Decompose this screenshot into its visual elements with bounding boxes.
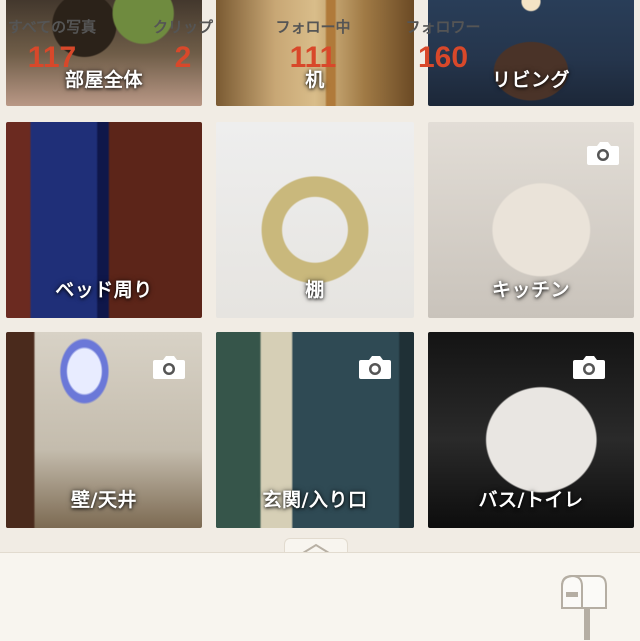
stat-value: 111 (289, 41, 337, 74)
stat-followers[interactable]: フォロワー 160 (388, 16, 498, 75)
camera-icon[interactable] (358, 354, 392, 380)
room-label: 玄関/入り口 (262, 489, 368, 511)
mailbox-icon[interactable] (558, 572, 610, 640)
room-tile-tana[interactable]: 棚 (216, 122, 414, 318)
stat-label: フォロー中 (275, 18, 351, 36)
stat-value: 117 (27, 41, 77, 74)
stat-clips[interactable]: クリップ 2 (128, 16, 238, 75)
room-label: 棚 (305, 279, 325, 301)
stat-label: フォロワー (405, 18, 481, 36)
stats-bar (0, 552, 640, 641)
camera-icon[interactable] (572, 354, 606, 380)
camera-icon[interactable] (152, 354, 186, 380)
stat-value: 160 (417, 41, 469, 74)
room-label: キッチン (491, 279, 570, 301)
room-tile-kitchen[interactable]: キッチン (428, 122, 634, 318)
stat-value: 2 (174, 41, 192, 74)
room-tile-kabe[interactable]: 壁/天井 (6, 332, 202, 528)
room-label: バス/トイレ (478, 489, 584, 511)
room-tile-bed[interactable]: ベッド周り (6, 122, 202, 318)
room-tile-bath[interactable]: バス/トイレ (428, 332, 634, 528)
stat-label: すべての写真 (7, 18, 97, 36)
camera-icon[interactable] (586, 140, 620, 166)
room-label: ベッド周り (55, 279, 153, 301)
room-label: 壁/天井 (71, 489, 137, 511)
stat-label: クリップ (152, 18, 213, 36)
stat-all-photos[interactable]: すべての写真 117 (0, 16, 112, 75)
stat-following[interactable]: フォロー中 111 (258, 16, 368, 75)
room-grid: 部屋全体 机 リビング ベッド周り 棚 キッチン 壁/天井 玄関/入り口 バス/… (0, 0, 640, 540)
room-tile-genkan[interactable]: 玄関/入り口 (216, 332, 414, 528)
